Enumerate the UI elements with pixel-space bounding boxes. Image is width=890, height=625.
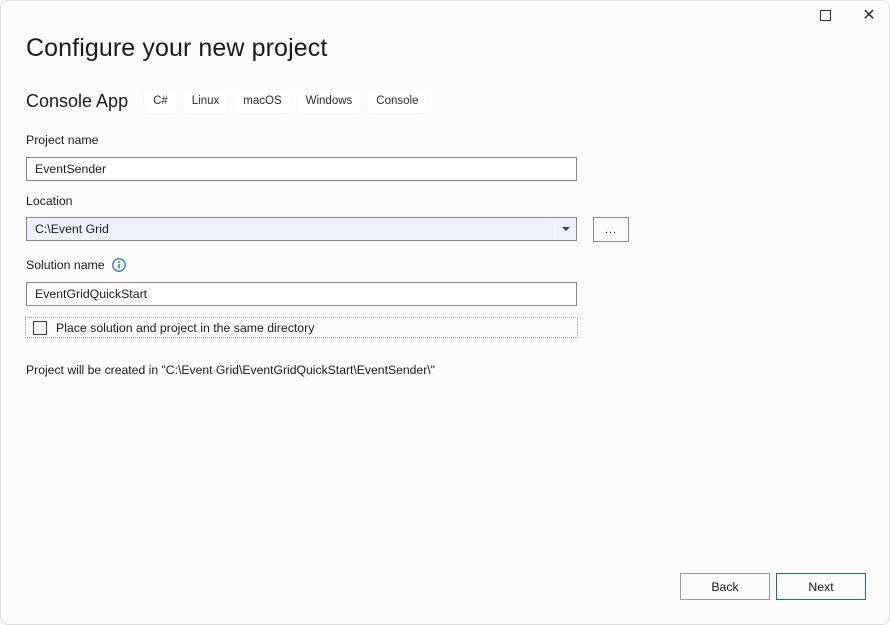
tag-linux: Linux: [183, 90, 229, 113]
tag-language: C#: [144, 90, 177, 113]
maximize-icon: [820, 10, 831, 21]
title-bar: ✕: [1, 1, 890, 31]
tag-macos: macOS: [234, 90, 290, 113]
chevron-down-icon: [562, 227, 570, 231]
solution-name-label: Solution name: [26, 258, 126, 272]
browse-folder-button[interactable]: ...: [593, 217, 629, 242]
maximize-button[interactable]: [803, 1, 847, 29]
tag-console: Console: [367, 90, 427, 113]
solution-name-input[interactable]: [26, 282, 577, 306]
configure-project-dialog: ✕ Configure your new project Console App…: [0, 0, 890, 625]
location-label: Location: [26, 194, 73, 208]
same-directory-label: Place solution and project in the same d…: [56, 321, 314, 335]
close-button[interactable]: ✕: [847, 1, 890, 29]
project-name-label: Project name: [26, 133, 98, 147]
project-type-row: Console App C# Linux macOS Windows Conso…: [26, 87, 433, 115]
solution-name-label-text: Solution name: [26, 258, 105, 272]
created-path-note: Project will be created in "C:\Event Gri…: [26, 363, 435, 377]
project-name-input[interactable]: [26, 157, 577, 181]
same-directory-checkbox[interactable]: [33, 321, 47, 335]
project-type-name: Console App: [26, 91, 128, 112]
back-button[interactable]: Back: [680, 573, 770, 600]
location-combobox[interactable]: C:\Event Grid: [26, 217, 577, 241]
next-button[interactable]: Next: [776, 573, 866, 600]
page-title: Configure your new project: [26, 34, 327, 63]
info-icon[interactable]: [112, 258, 126, 272]
close-icon: ✕: [862, 7, 875, 23]
location-dropdown-button[interactable]: [555, 218, 576, 240]
same-directory-checkbox-row[interactable]: Place solution and project in the same d…: [25, 317, 578, 338]
location-value: C:\Event Grid: [27, 222, 555, 236]
tag-windows: Windows: [297, 90, 362, 113]
